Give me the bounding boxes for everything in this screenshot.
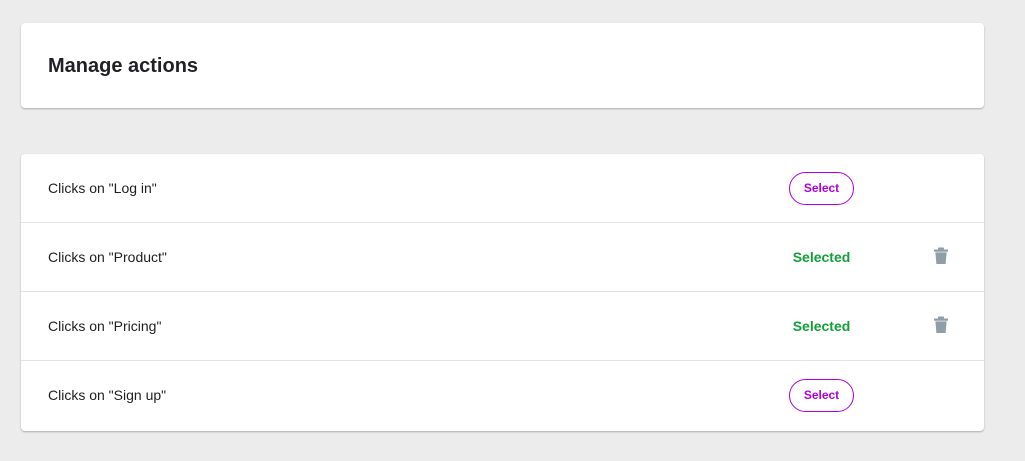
select-button[interactable]: Select	[789, 172, 854, 205]
action-row-sign-up: Clicks on "Sign up" Select	[21, 361, 984, 430]
page-title: Manage actions	[48, 55, 199, 77]
trash-icon	[934, 247, 948, 264]
action-row-pricing: Clicks on "Pricing" Selected	[21, 292, 984, 361]
selected-status: Selected	[792, 249, 851, 265]
action-label: Clicks on "Log in"	[48, 180, 157, 196]
actions-list-card: Clicks on "Log in" Select Clicks on "Pro…	[21, 154, 984, 431]
action-row-product: Clicks on "Product" Selected	[21, 223, 984, 292]
select-button[interactable]: Select	[789, 379, 854, 412]
header-card: Manage actions	[21, 23, 984, 108]
action-label: Clicks on "Pricing"	[48, 318, 162, 334]
delete-button[interactable]	[931, 314, 951, 336]
action-label: Clicks on "Sign up"	[48, 387, 167, 403]
trash-icon	[934, 316, 948, 333]
action-label: Clicks on "Product"	[48, 249, 167, 265]
delete-button[interactable]	[931, 245, 951, 267]
selected-status: Selected	[792, 318, 851, 334]
action-row-log-in: Clicks on "Log in" Select	[21, 154, 984, 223]
